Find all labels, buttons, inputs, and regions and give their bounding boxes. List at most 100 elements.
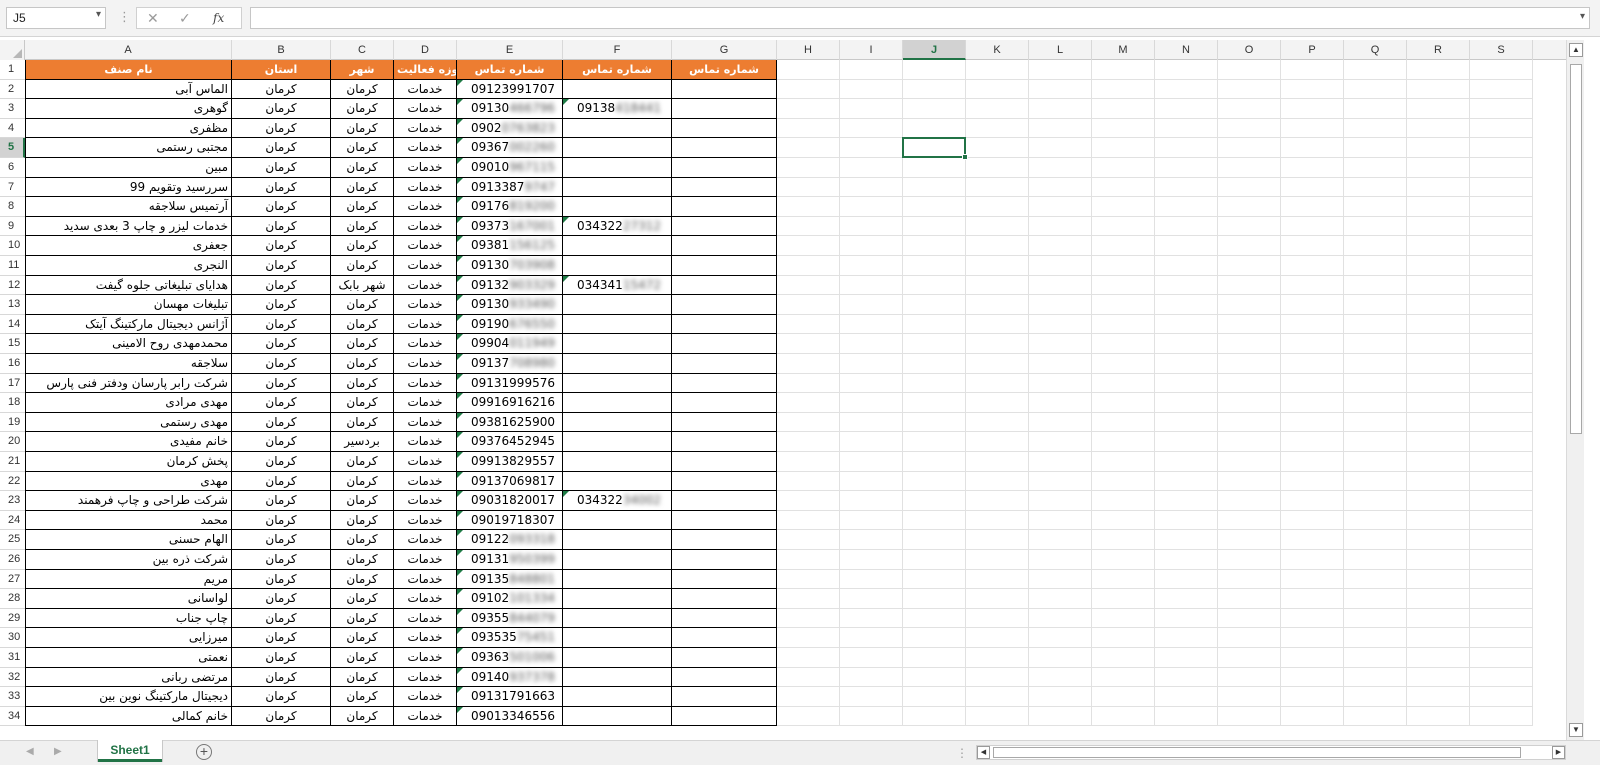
header-cell-e[interactable]: شماره تماس	[457, 60, 563, 80]
cell-s13[interactable]	[1470, 295, 1533, 315]
cell-s25[interactable]	[1470, 530, 1533, 550]
table-cell-phone2[interactable]: 03432227312	[563, 216, 672, 237]
table-cell-phone2[interactable]	[563, 706, 672, 727]
cell-l13[interactable]	[1029, 295, 1092, 315]
table-cell-province[interactable]: کرمان	[232, 589, 331, 609]
cell-l14[interactable]	[1029, 314, 1092, 335]
table-cell-phone2[interactable]	[563, 648, 672, 668]
cell-h21[interactable]	[777, 452, 840, 472]
cell-l9[interactable]	[1029, 216, 1092, 237]
cell-i8[interactable]	[840, 197, 903, 217]
table-cell-phone[interactable]: 09381156125	[457, 236, 563, 256]
cell-k20[interactable]	[966, 432, 1029, 452]
cell-l34[interactable]	[1029, 706, 1092, 727]
fill-handle[interactable]	[962, 153, 968, 160]
cell-k29[interactable]	[966, 608, 1029, 629]
cell-h28[interactable]	[777, 589, 840, 609]
cell-s5[interactable]	[1470, 138, 1533, 158]
cell-m14[interactable]	[1092, 314, 1155, 335]
cell-h3[interactable]	[777, 99, 840, 119]
row-header[interactable]: 23	[0, 491, 25, 511]
cell-l27[interactable]	[1029, 569, 1092, 590]
cell-p20[interactable]	[1281, 432, 1344, 452]
table-cell-field[interactable]: خدمات	[394, 667, 457, 688]
table-cell-phone[interactable]: 09137069817	[457, 471, 563, 492]
cell-l30[interactable]	[1029, 628, 1092, 648]
cell-r11[interactable]	[1407, 256, 1470, 276]
cell-i26[interactable]	[840, 550, 903, 570]
table-cell-field[interactable]: خدمات	[394, 256, 457, 276]
cell-m16[interactable]	[1092, 354, 1155, 374]
worksheet-grid[interactable]: ABCDEFGHIJKLMNOPQRS 1 2 3 4 5 6 7 8 9 10 11 12 13 14 1…	[0, 40, 1566, 740]
table-cell-province[interactable]: کرمان	[232, 236, 331, 256]
cell-r3[interactable]	[1407, 99, 1470, 119]
table-cell-city[interactable]: کرمان	[331, 138, 394, 158]
row-header[interactable]: 9	[0, 217, 25, 237]
cell-m13[interactable]	[1092, 295, 1155, 315]
cell-l17[interactable]	[1029, 373, 1092, 394]
cell-r1[interactable]	[1407, 60, 1470, 80]
column-header-e[interactable]: E	[457, 40, 563, 60]
cell-o7[interactable]	[1218, 177, 1281, 198]
cell-m32[interactable]	[1092, 667, 1155, 688]
table-cell-city[interactable]: کرمان	[331, 589, 394, 609]
cell-p12[interactable]	[1281, 275, 1344, 296]
insert-function-icon[interactable]: fx	[213, 11, 224, 25]
cell-j31[interactable]	[903, 648, 966, 668]
table-cell-extra[interactable]	[672, 491, 777, 511]
table-cell-extra[interactable]	[672, 471, 777, 492]
table-cell-field[interactable]: خدمات	[394, 393, 457, 413]
cell-n7[interactable]	[1155, 177, 1218, 198]
table-cell-city[interactable]: کرمان	[331, 628, 394, 648]
cell-k1[interactable]	[966, 60, 1029, 80]
column-header-k[interactable]: K	[966, 40, 1029, 60]
cell-h29[interactable]	[777, 608, 840, 629]
row-header[interactable]: 16	[0, 354, 25, 374]
cell-r13[interactable]	[1407, 295, 1470, 315]
table-cell-extra[interactable]	[672, 648, 777, 668]
cell-m7[interactable]	[1092, 177, 1155, 198]
cell-s9[interactable]	[1470, 216, 1533, 237]
cell-l5[interactable]	[1029, 138, 1092, 158]
table-cell-phone[interactable]: 09373167001	[457, 216, 563, 237]
cell-j16[interactable]	[903, 354, 966, 374]
column-header-s[interactable]: S	[1470, 40, 1533, 60]
column-header-b[interactable]: B	[232, 40, 331, 60]
row-header[interactable]: 32	[0, 668, 25, 688]
cell-p32[interactable]	[1281, 667, 1344, 688]
table-cell-extra[interactable]	[672, 256, 777, 276]
cell-j3[interactable]	[903, 99, 966, 119]
table-cell-province[interactable]: کرمان	[232, 158, 331, 178]
table-cell-province[interactable]: کرمان	[232, 99, 331, 119]
cell-i17[interactable]	[840, 373, 903, 394]
table-cell-phone[interactable]: 09020763823	[457, 118, 563, 139]
cell-o11[interactable]	[1218, 256, 1281, 276]
cell-k31[interactable]	[966, 648, 1029, 668]
cell-p34[interactable]	[1281, 706, 1344, 727]
row-header[interactable]: 24	[0, 511, 25, 531]
cell-n26[interactable]	[1155, 550, 1218, 570]
cell-j8[interactable]	[903, 197, 966, 217]
table-cell-extra[interactable]	[672, 295, 777, 315]
cell-k16[interactable]	[966, 354, 1029, 374]
table-cell-phone2[interactable]	[563, 334, 672, 354]
cell-m25[interactable]	[1092, 530, 1155, 550]
table-cell-extra[interactable]	[672, 99, 777, 119]
table-cell-phone[interactable]: 09135848801	[457, 569, 563, 590]
cell-l32[interactable]	[1029, 667, 1092, 688]
table-cell-extra[interactable]	[672, 452, 777, 472]
table-cell-province[interactable]: کرمان	[232, 510, 331, 531]
header-cell-b[interactable]: استان	[232, 60, 331, 80]
cell-h13[interactable]	[777, 295, 840, 315]
cell-l11[interactable]	[1029, 256, 1092, 276]
cell-k10[interactable]	[966, 236, 1029, 256]
cell-h25[interactable]	[777, 530, 840, 550]
table-cell-name[interactable]: شرکت طراحی و چاپ فرهمند	[25, 491, 232, 511]
cell-q1[interactable]	[1344, 60, 1407, 80]
cell-i9[interactable]	[840, 216, 903, 237]
table-cell-province[interactable]: کرمان	[232, 334, 331, 354]
table-cell-city[interactable]: کرمان	[331, 706, 394, 727]
table-cell-phone[interactable]: 09355844079	[457, 608, 563, 629]
cell-k11[interactable]	[966, 256, 1029, 276]
add-sheet-icon[interactable]: +	[196, 744, 212, 760]
